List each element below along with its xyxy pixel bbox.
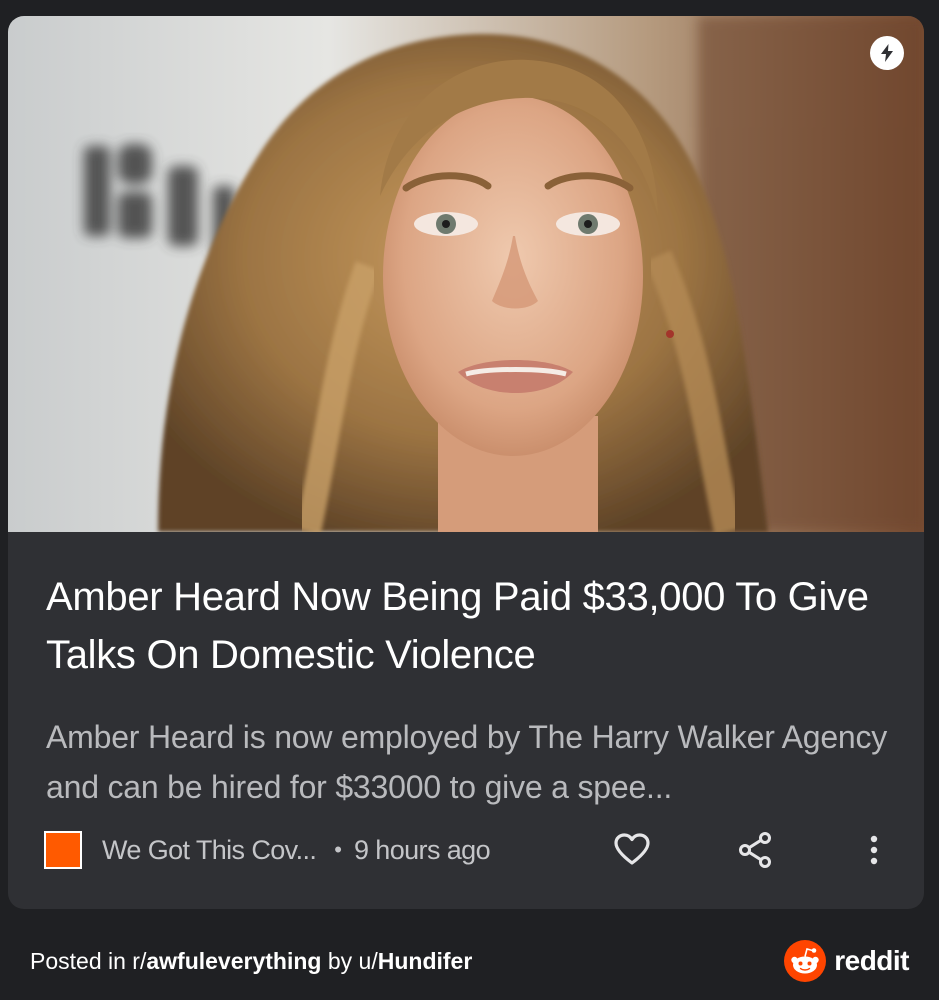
by-user-label: by u/ bbox=[321, 948, 378, 974]
reddit-snoo-icon bbox=[784, 940, 827, 982]
posted-in-label: Posted in bbox=[30, 948, 133, 974]
article-image[interactable] bbox=[8, 16, 924, 532]
screenshot: Amber Heard Now Being Paid $33,000 To Gi… bbox=[0, 0, 939, 1000]
source-logo bbox=[44, 831, 82, 869]
article-snippet: Amber Heard is now employed by The Harry… bbox=[46, 719, 888, 805]
article-headline[interactable]: Amber Heard Now Being Paid $33,000 To Gi… bbox=[46, 568, 896, 684]
heart-icon bbox=[614, 833, 650, 865]
subreddit-prefix: r/ bbox=[132, 948, 147, 974]
more-vertical-icon bbox=[870, 835, 878, 865]
amp-lightning-icon bbox=[870, 36, 904, 70]
meta-separator: • bbox=[334, 837, 342, 862]
like-button[interactable] bbox=[610, 828, 654, 872]
reddit-wordmark: reddit bbox=[834, 945, 909, 976]
subreddit-link[interactable]: awfuleverything bbox=[146, 948, 321, 974]
reddit-footer: Posted in r/awfuleverything by u/Hundife… bbox=[0, 924, 939, 1000]
source-name[interactable]: We Got This Cov... bbox=[102, 835, 317, 866]
news-card[interactable]: Amber Heard Now Being Paid $33,000 To Gi… bbox=[8, 16, 924, 909]
username-link[interactable]: Hundifer bbox=[378, 948, 473, 974]
share-icon bbox=[739, 832, 771, 868]
more-options-button[interactable] bbox=[852, 828, 896, 872]
posted-in-caption: Posted in r/awfuleverything by u/Hundife… bbox=[30, 948, 472, 975]
share-button[interactable] bbox=[734, 828, 778, 872]
reddit-logo[interactable]: reddit bbox=[784, 940, 909, 982]
article-meta-row: We Got This Cov... • 9 hours ago bbox=[44, 826, 894, 874]
portrait-photo bbox=[8, 16, 924, 532]
timestamp: 9 hours ago bbox=[353, 834, 491, 865]
